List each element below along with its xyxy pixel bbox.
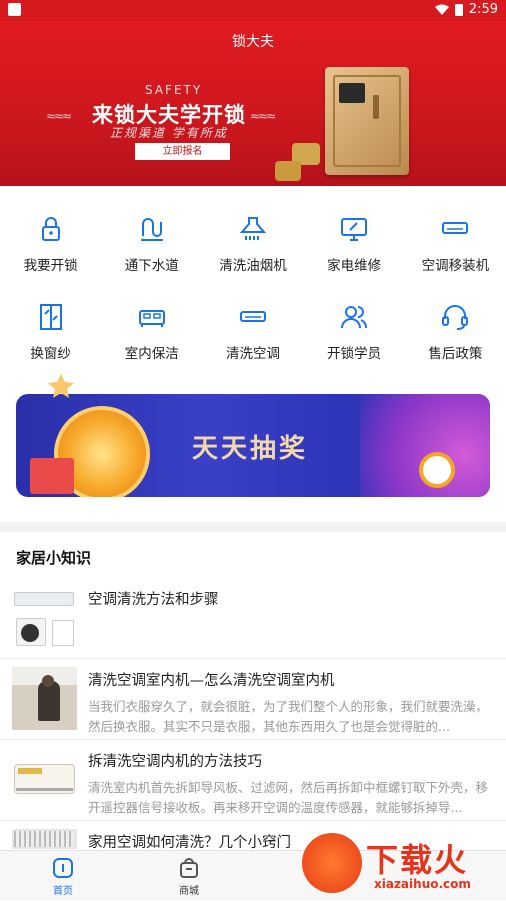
section-divider xyxy=(0,522,506,532)
article-description: 当我们衣服穿久了，就会很脏，为了我们整个人的形象，我们就要洗澡，然后换衣服。其实… xyxy=(88,699,489,734)
service-label: 家电维修 xyxy=(327,258,382,274)
users-icon xyxy=(341,306,368,329)
article-thumbnail xyxy=(12,829,77,849)
service-cleaning[interactable]: 室内保洁 xyxy=(101,288,202,376)
service-ac-move[interactable]: 空调移装机 xyxy=(405,200,506,288)
service-label: 清洗空调 xyxy=(225,346,280,362)
list-item[interactable]: 清洗空调室内机—怎么清洗空调室内机 当我们衣服穿久了，就会很脏，为了我们整个人的… xyxy=(0,659,506,740)
service-label: 通下水道 xyxy=(124,258,179,274)
signup-button[interactable]: 立即报名 xyxy=(135,143,230,160)
status-bar: 2:59 xyxy=(0,0,506,21)
watermark-url: xiazaihuo.com xyxy=(374,877,471,891)
monitor-repair-icon xyxy=(341,218,368,241)
article-thumbnail xyxy=(12,586,77,649)
wave-decoration-icon: ≈≈≈ xyxy=(46,109,72,123)
service-label: 我要开锁 xyxy=(23,258,78,274)
headset-icon xyxy=(442,305,469,330)
service-locksmith-students[interactable]: 开锁学员 xyxy=(304,288,405,376)
air-conditioner-icon xyxy=(442,222,469,234)
lock-icon xyxy=(41,217,60,241)
service-appliance-repair[interactable]: 家电维修 xyxy=(304,200,405,288)
service-unlock[interactable]: 我要开锁 xyxy=(0,200,101,288)
service-grid: 我要开锁 通下水道 清洗油烟机 家电维修 空调移装机 换窗纱 室内保洁 清洗空调… xyxy=(0,200,506,376)
service-drain[interactable]: 通下水道 xyxy=(101,200,202,288)
range-hood-icon xyxy=(239,217,267,240)
wave-decoration-icon: ≈≈≈ xyxy=(250,109,276,123)
list-item[interactable]: 拆清洗空调内机的方法技巧 清洗室内机首先拆卸导风板、过滤网，然后再拆卸中框螺钉取… xyxy=(0,740,506,821)
tab-mall[interactable]: 商城 xyxy=(159,857,219,897)
article-description: 清洗室内机首先拆卸导风板、过滤网，然后再拆卸中框螺钉取下外壳，移开遥控器信号接收… xyxy=(88,780,489,815)
bed-icon xyxy=(138,310,165,327)
hero-banner[interactable]: 锁大夫 ≈≈≈ ≈≈≈ SAFETY 来锁大夫学开锁 正规渠道 学有所成 立即报… xyxy=(0,21,506,186)
list-item[interactable]: 空调清洗方法和步骤 xyxy=(0,578,506,659)
battery-icon xyxy=(454,4,463,16)
service-ac-cleaning[interactable]: 清洗空调 xyxy=(202,288,303,376)
site-watermark: 下载火 xiazaihuo.com xyxy=(302,833,502,897)
banner-subtitle: 正规渠道 学有所成 xyxy=(110,126,228,140)
service-label: 开锁学员 xyxy=(327,346,382,362)
article-title: 家用空调如何清洗？几个小窍门 xyxy=(88,835,291,851)
service-label: 售后政策 xyxy=(428,346,483,362)
star-icon xyxy=(48,374,74,398)
article-thumbnail xyxy=(12,748,77,811)
article-thumbnail xyxy=(12,667,77,730)
alarm-clock-icon xyxy=(419,452,455,488)
article-title: 拆清洗空调内机的方法技巧 xyxy=(88,754,262,770)
service-label: 换窗纱 xyxy=(30,346,71,362)
wifi-icon xyxy=(434,4,449,15)
section-title: 家居小知识 xyxy=(16,549,92,567)
safe-image xyxy=(325,67,409,175)
pipe-icon xyxy=(140,218,163,241)
page-title: 锁大夫 xyxy=(232,34,274,50)
ac-unit-icon xyxy=(239,311,266,322)
tab-label: 商城 xyxy=(179,886,199,897)
article-title: 空调清洗方法和步骤 xyxy=(88,592,219,608)
service-range-hood[interactable]: 清洗油烟机 xyxy=(202,200,303,288)
shopping-bag-icon xyxy=(180,858,198,878)
clock-time: 2:59 xyxy=(468,2,498,17)
notification-icon xyxy=(8,3,21,16)
article-title: 清洗空调室内机—怎么清洗空调室内机 xyxy=(88,673,335,689)
tab-home[interactable]: 首页 xyxy=(33,857,93,897)
service-label: 空调移装机 xyxy=(421,258,490,274)
service-label: 室内保洁 xyxy=(124,346,179,362)
lottery-banner[interactable]: 天天抽奖 xyxy=(16,394,490,497)
lottery-text: 天天抽奖 xyxy=(192,434,309,464)
flame-logo-icon xyxy=(302,833,362,893)
service-label: 清洗油烟机 xyxy=(219,258,287,274)
home-icon xyxy=(53,858,73,878)
banner-eyebrow: SAFETY xyxy=(145,83,203,97)
service-after-sales[interactable]: 售后政策 xyxy=(405,288,506,376)
watermark-brand: 下载火 xyxy=(366,841,469,879)
gift-box-icon xyxy=(30,458,74,494)
tab-label: 首页 xyxy=(53,886,73,897)
window-icon xyxy=(39,304,62,330)
padlock-image xyxy=(275,161,301,181)
service-window-screen[interactable]: 换窗纱 xyxy=(0,288,101,376)
